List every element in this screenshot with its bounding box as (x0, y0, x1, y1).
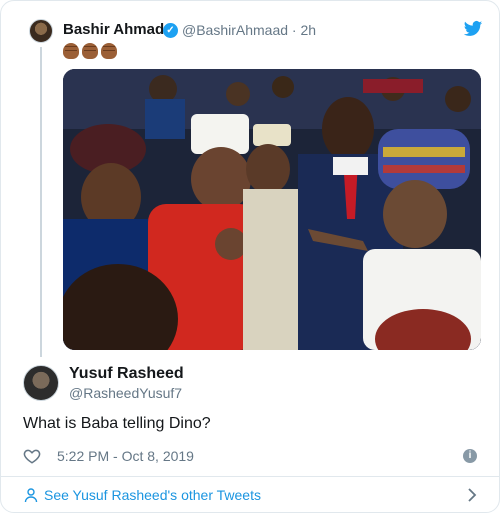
main-avatar[interactable] (23, 365, 59, 401)
tweet-text: What is Baba telling Dino? (23, 415, 211, 432)
photo-illustration (63, 69, 481, 350)
parent-author-name[interactable]: Bashir Ahmad (63, 21, 164, 38)
emoji-row (63, 43, 117, 59)
info-icon[interactable]: i (463, 449, 477, 463)
tweet-timestamp[interactable]: 5:22 PM - Oct 8, 2019 (57, 448, 194, 464)
parent-avatar[interactable] (29, 19, 53, 43)
twitter-bird-icon[interactable] (463, 19, 483, 39)
see-other-tweets-link[interactable]: See Yusuf Rasheed's other Tweets (44, 487, 261, 503)
fist-emoji-icon (82, 43, 98, 59)
thread-line (40, 47, 42, 357)
tweet-meta-row: 5:22 PM - Oct 8, 2019 i (23, 447, 483, 465)
main-author-name[interactable]: Yusuf Rasheed (69, 365, 184, 383)
fist-emoji-icon (63, 43, 79, 59)
heart-icon[interactable] (23, 447, 41, 465)
person-icon (24, 488, 38, 503)
footer-link-row[interactable]: See Yusuf Rasheed's other Tweets (1, 477, 499, 512)
tweet-photo[interactable] (63, 69, 481, 350)
fist-emoji-icon (101, 43, 117, 59)
chevron-right-icon[interactable] (465, 487, 479, 503)
verified-badge-icon: ✓ (163, 23, 178, 38)
main-author-handle[interactable]: @RasheedYusuf7 (69, 385, 182, 401)
parent-author-handle[interactable]: @BashirAhmaad · 2h (182, 22, 316, 38)
tweet-embed-card: Bashir Ahmad ✓ @BashirAhmaad · 2h Yusuf … (0, 0, 500, 513)
